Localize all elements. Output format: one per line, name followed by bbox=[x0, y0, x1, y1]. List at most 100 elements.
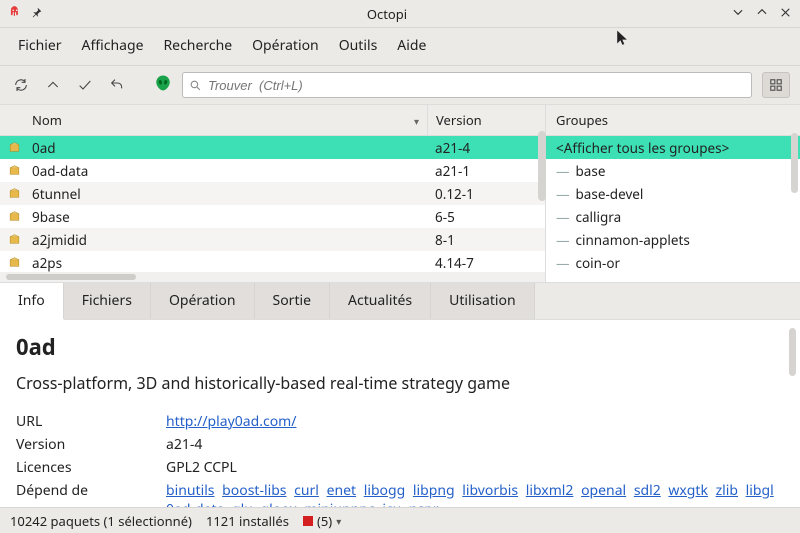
dependency-link[interactable]: libxml2 bbox=[526, 481, 574, 500]
package-icon bbox=[0, 256, 28, 269]
package-icon bbox=[0, 187, 28, 200]
group-label: coq bbox=[576, 277, 599, 283]
package-name: 9base bbox=[28, 208, 427, 226]
package-row[interactable]: 0ad-dataa21-1 bbox=[0, 159, 545, 182]
dependency-link[interactable]: openal bbox=[581, 481, 626, 500]
search-box[interactable] bbox=[182, 72, 752, 98]
package-icon bbox=[0, 233, 28, 246]
group-row[interactable]: <Afficher tous les groupes> bbox=[546, 136, 800, 159]
status-installed-count: 1121 installés bbox=[206, 512, 289, 530]
menu-bar: Fichier Affichage Recherche Opération Ou… bbox=[0, 28, 800, 66]
group-label: coin-or bbox=[576, 254, 621, 272]
dependency-link[interactable]: libogg bbox=[364, 481, 406, 500]
menu-operation[interactable]: Opération bbox=[252, 36, 319, 55]
dependency-link[interactable]: libgl bbox=[746, 481, 774, 500]
package-name: 0ad bbox=[28, 139, 427, 157]
status-updates[interactable]: (5) ▾ bbox=[303, 512, 341, 530]
package-version: a21-4 bbox=[427, 139, 545, 157]
group-label: base-devel bbox=[576, 185, 644, 203]
tab-fichiers[interactable]: Fichiers bbox=[64, 283, 151, 319]
refresh-icon[interactable] bbox=[10, 74, 32, 96]
menu-view[interactable]: Affichage bbox=[82, 36, 144, 55]
search-input[interactable] bbox=[208, 78, 745, 93]
package-row[interactable]: 9base6-5 bbox=[0, 205, 545, 228]
undo-icon[interactable] bbox=[106, 74, 128, 96]
status-package-count: 10242 paquets (1 sélectionné) bbox=[10, 512, 192, 530]
group-label: calligra bbox=[576, 208, 622, 226]
tab-sortie[interactable]: Sortie bbox=[255, 283, 331, 319]
menu-search[interactable]: Recherche bbox=[163, 36, 232, 55]
column-version-header[interactable]: Version bbox=[427, 105, 545, 135]
tab-actualités[interactable]: Actualités bbox=[330, 283, 431, 319]
tab-opération[interactable]: Opération bbox=[151, 283, 255, 319]
dependency-link[interactable]: libvorbis bbox=[462, 481, 518, 500]
check-icon[interactable] bbox=[74, 74, 96, 96]
package-version: 8-1 bbox=[427, 231, 545, 249]
maximize-icon[interactable] bbox=[755, 5, 769, 23]
menu-help[interactable]: Aide bbox=[397, 36, 426, 55]
info-licenses-value: GPL2 CCPL bbox=[166, 456, 784, 479]
package-version: 6-5 bbox=[427, 208, 545, 226]
package-row[interactable]: 6tunnel0.12-1 bbox=[0, 182, 545, 205]
package-icon bbox=[0, 210, 28, 223]
grid-view-icon[interactable] bbox=[762, 72, 790, 98]
dependency-link[interactable]: libpng bbox=[413, 481, 455, 500]
package-icon bbox=[0, 164, 28, 177]
dependency-link[interactable]: glu bbox=[232, 500, 253, 507]
group-row[interactable]: —base-devel bbox=[546, 182, 800, 205]
dependency-link[interactable]: miniupnpc bbox=[304, 500, 374, 507]
info-version-value: a21-4 bbox=[166, 433, 784, 456]
groups-panel: Groupes <Afficher tous les groupes>—base… bbox=[546, 105, 800, 282]
group-label: cinnamon-applets bbox=[576, 231, 690, 249]
package-row[interactable]: a2ps4.14-7 bbox=[0, 251, 545, 272]
info-licenses-label: Licences bbox=[16, 456, 166, 479]
column-groups-header[interactable]: Groupes bbox=[546, 105, 800, 136]
menu-file[interactable]: Fichier bbox=[18, 36, 62, 55]
package-row[interactable]: 0ada21-4 bbox=[0, 136, 545, 159]
dependency-link[interactable]: boost-libs bbox=[222, 481, 286, 500]
dependency-link[interactable]: sdl2 bbox=[634, 481, 661, 500]
toolbar bbox=[0, 66, 800, 104]
info-url-label: URL bbox=[16, 410, 166, 433]
group-row[interactable]: —coin-or bbox=[546, 251, 800, 274]
chevron-down-icon: ▾ bbox=[336, 514, 341, 528]
group-row[interactable]: —coq bbox=[546, 274, 800, 282]
window-title: Octopi bbox=[43, 5, 731, 23]
pin-icon[interactable] bbox=[30, 5, 43, 23]
info-description: Cross-platform, 3D and historically-base… bbox=[16, 372, 784, 394]
column-name-header[interactable]: Nom ▾ bbox=[0, 105, 427, 135]
group-row[interactable]: —calligra bbox=[546, 205, 800, 228]
dependency-link[interactable]: zlib bbox=[716, 481, 738, 500]
horizontal-scrollbar[interactable] bbox=[0, 272, 545, 282]
dependency-link[interactable]: curl bbox=[294, 481, 319, 500]
dependency-link[interactable]: gloox bbox=[261, 500, 297, 507]
dependency-link[interactable]: icu bbox=[382, 500, 401, 507]
info-depends-list: binutils boost-libs curl enet libogg lib… bbox=[166, 479, 784, 507]
package-version: 0.12-1 bbox=[427, 185, 545, 203]
package-scrollbar[interactable] bbox=[538, 131, 546, 201]
package-row[interactable]: a2jmidid8-1 bbox=[0, 228, 545, 251]
package-list: Nom ▾ Version 0ada21-40ad-dataa21-16tunn… bbox=[0, 105, 546, 282]
minimize-icon[interactable] bbox=[731, 5, 745, 23]
alien-icon[interactable] bbox=[154, 74, 172, 96]
info-depends-label: Dépend de bbox=[16, 479, 166, 507]
info-scrollbar[interactable] bbox=[789, 328, 796, 376]
dependency-link[interactable]: binutils bbox=[166, 481, 215, 500]
group-label: base bbox=[576, 162, 606, 180]
info-url-link[interactable]: http://play0ad.com/ bbox=[166, 412, 296, 431]
tab-utilisation[interactable]: Utilisation bbox=[431, 283, 534, 319]
dependency-link[interactable]: wxgtk bbox=[668, 481, 708, 500]
tab-info[interactable]: Info bbox=[0, 283, 64, 320]
groups-scrollbar[interactable] bbox=[791, 133, 798, 193]
dependency-link[interactable]: enet bbox=[327, 481, 357, 500]
close-icon[interactable] bbox=[779, 5, 792, 23]
menu-tools[interactable]: Outils bbox=[339, 36, 378, 55]
group-row[interactable]: —base bbox=[546, 159, 800, 182]
info-title: 0ad bbox=[16, 332, 784, 362]
group-row[interactable]: —cinnamon-applets bbox=[546, 228, 800, 251]
app-icon bbox=[8, 5, 22, 23]
dependency-link[interactable]: 0ad-data bbox=[166, 500, 224, 507]
dependency-link[interactable]: nspr bbox=[409, 500, 439, 507]
update-indicator-icon bbox=[303, 516, 313, 526]
up-icon[interactable] bbox=[42, 74, 64, 96]
